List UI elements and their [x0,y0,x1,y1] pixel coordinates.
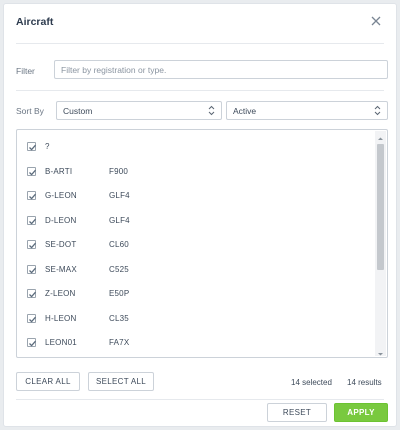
aircraft-type: CL35 [109,313,129,323]
filter-divider [16,90,384,91]
aircraft-registration: H-LEON [45,313,77,323]
aircraft-row[interactable]: G-LEON GLF4 [17,184,372,208]
scrollbar[interactable] [375,131,386,356]
aircraft-row[interactable]: H-LEON CL35 [17,307,372,331]
aircraft-dialog: Aircraft Filter Sort By Custom Active ? B… [3,3,397,427]
scroll-down-arrow-icon[interactable] [375,346,386,356]
sort-by-label: Sort By [16,106,44,116]
aircraft-list[interactable]: ? B-ARTI F900 G-LEON GLF4 D-LEON GLF4 SE-DOT CL6… [16,129,388,358]
status-value: Active [233,106,257,116]
aircraft-type: CL60 [109,240,129,249]
aircraft-checkbox[interactable] [27,338,36,347]
aircraft-row[interactable]: B-ARTI F900 [17,160,372,184]
aircraft-type: GLF4 [109,215,130,225]
aircraft-checkbox[interactable] [27,240,36,249]
aircraft-type: E50P [109,289,130,298]
status-select[interactable]: Active [226,101,388,120]
aircraft-type: GLF4 [109,191,130,200]
scrollbar-thumb[interactable] [377,144,384,270]
sort-by-select[interactable]: Custom [56,101,222,120]
results-count: 14 results [347,378,382,387]
aircraft-type: F900 [109,166,129,176]
aircraft-registration: B-ARTI [45,166,73,176]
scroll-up-arrow-icon[interactable] [375,131,386,141]
dialog-header: Aircraft [4,4,396,46]
sort-by-value: Custom [63,106,93,116]
filter-input[interactable] [54,60,388,79]
aircraft-registration: G-LEON [45,191,77,200]
aircraft-row[interactable]: ? [17,135,372,159]
aircraft-checkbox[interactable] [27,289,36,298]
select-chevron-icon [208,105,215,116]
aircraft-row[interactable]: Z-LEON E50P [17,282,372,306]
aircraft-registration: LEON01 [45,338,77,347]
select-all-button[interactable]: SELECT ALL [88,372,154,391]
dialog-title: Aircraft [16,16,54,28]
clear-all-button[interactable]: CLEAR ALL [16,372,80,391]
reset-button[interactable]: RESET [267,403,327,422]
aircraft-registration: SE-DOT [45,240,77,249]
aircraft-registration: D-LEON [45,215,77,225]
header-divider [16,43,384,44]
footer-divider [16,399,384,400]
select-chevron-icon [374,105,381,116]
aircraft-registration: Z-LEON [45,289,76,298]
aircraft-checkbox[interactable] [27,142,36,151]
filter-label: Filter [16,66,35,76]
aircraft-row[interactable]: SE-MAX C525 [17,258,372,282]
aircraft-row[interactable]: LEON01 FA7X [17,331,372,355]
aircraft-checkbox[interactable] [27,215,36,225]
aircraft-row[interactable]: SE-DOT CL60 [17,233,372,257]
aircraft-registration: ? [45,142,50,151]
close-icon[interactable] [368,13,384,29]
aircraft-type: C525 [109,264,129,274]
aircraft-checkbox[interactable] [27,264,36,274]
aircraft-type: FA7X [109,338,130,347]
apply-button[interactable]: APPLY [334,403,388,422]
aircraft-checkbox[interactable] [27,313,36,323]
selected-count: 14 selected [291,378,332,387]
aircraft-checkbox[interactable] [27,166,36,176]
aircraft-row[interactable]: D-LEON GLF4 [17,209,372,233]
aircraft-registration: SE-MAX [45,264,77,274]
aircraft-checkbox[interactable] [27,191,36,200]
